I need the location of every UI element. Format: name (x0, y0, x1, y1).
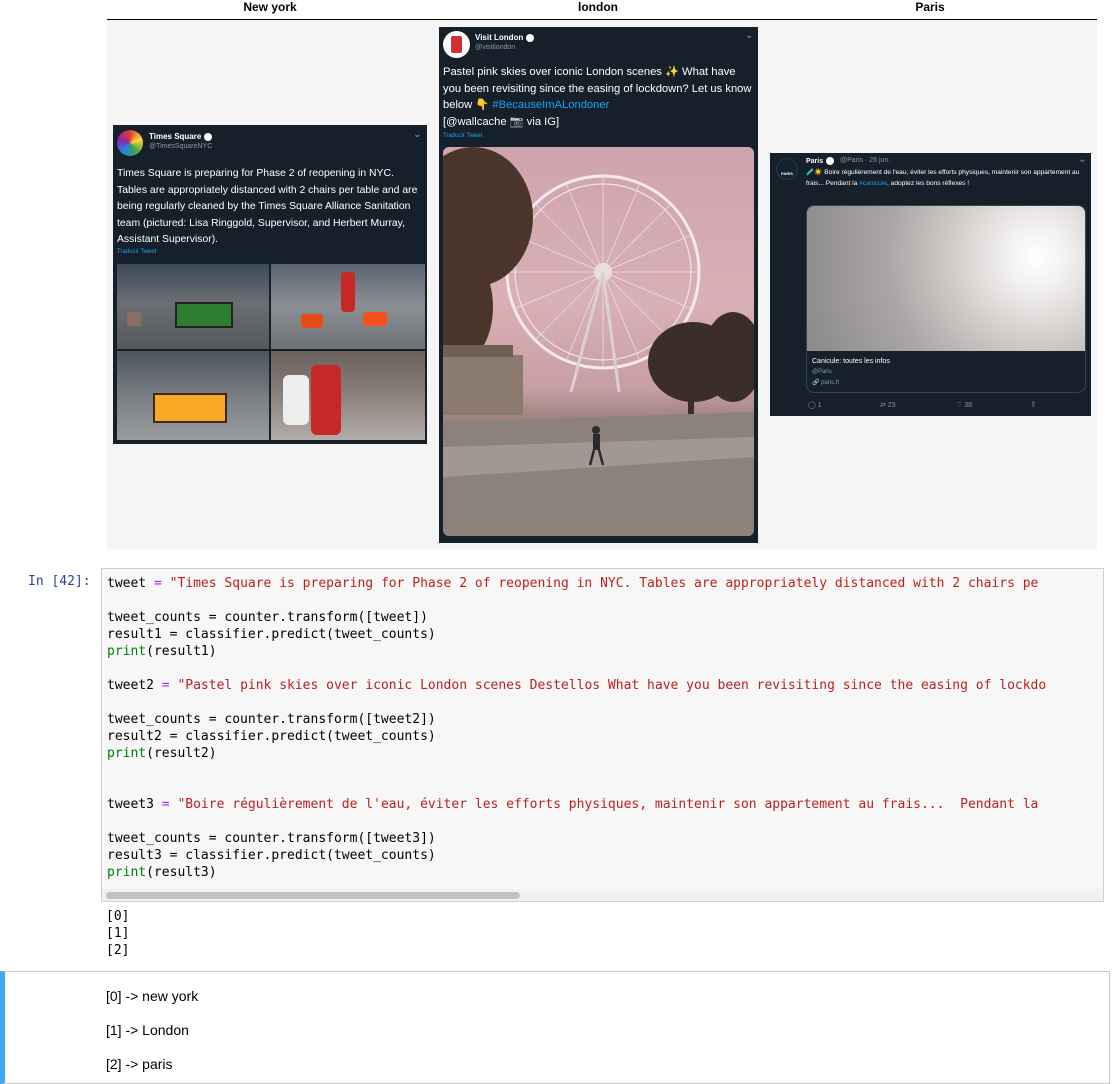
avatar-label: PARIS (781, 171, 793, 176)
tweet-text: Times Square is preparing for Phase 2 of… (117, 168, 418, 245)
tweet-photo-1[interactable] (117, 264, 269, 349)
link-preview-handle: @Paris (812, 369, 832, 375)
tweet-text: Pastel pink skies over iconic London sce… (443, 64, 753, 130)
reply-count: 1 (817, 402, 822, 409)
author-name-text: Paris (806, 157, 824, 165)
chevron-down-icon[interactable]: ⌄ (1078, 154, 1086, 165)
tweet-author-name[interactable]: Paris (806, 157, 835, 165)
code-line: print(result1) (107, 643, 217, 660)
tweet-handle: @Paris · 26 jun. (840, 157, 891, 164)
code-cell-editor[interactable]: tweet = "Times Square is preparing for P… (101, 568, 1104, 902)
code-token: tweet3 (107, 797, 162, 812)
code-line: print(result3) (107, 864, 217, 881)
tweet-photo-3[interactable] (117, 351, 269, 440)
code-line: print(result2) (107, 745, 217, 762)
code-token: tweet (107, 576, 154, 591)
link-preview-domain: 🔗 paris.fr (812, 380, 840, 386)
code-line: result3 = classifier.predict(tweet_count… (107, 848, 436, 863)
like-button[interactable]: ♡ 38 (956, 401, 972, 409)
horizontal-scrollbar[interactable] (102, 889, 1103, 901)
tweet-card-paris: PARIS Paris @Paris · 26 jun. ⌄ 🧪☀️ Boire… (770, 153, 1091, 416)
avatar: PARIS (776, 158, 798, 180)
output-line: [1] (106, 926, 130, 941)
tweet-photo-4[interactable] (271, 351, 425, 440)
cell-prompt: In [42]: (28, 574, 91, 589)
output-line: [0] (106, 909, 130, 924)
code-token: (result2) (146, 746, 217, 761)
verified-icon (526, 33, 535, 42)
markdown-line: [1] -> London (106, 1022, 189, 1038)
tweet-text: 🧪☀️ Boire régulièrement de l'eau, éviter… (806, 168, 1086, 189)
tweet-text-part: [@wallcache 📷 via IG] (443, 115, 560, 128)
code-token: (result1) (146, 644, 217, 659)
code-builtin: print (107, 746, 147, 761)
code-string: "Pastel pink skies over iconic London sc… (169, 678, 1047, 693)
code-line: tweet3 = "Boire régulièrement de l'eau, … (107, 796, 1038, 813)
like-count: 38 (964, 402, 973, 409)
tweet-text-part: , adoptez les bons réflexes ! (887, 179, 970, 187)
reply-button[interactable]: ◯ 1 (808, 401, 822, 409)
column-header-new-york: New york (243, 0, 297, 14)
scrollbar-thumb[interactable] (106, 892, 520, 899)
avatar (117, 130, 143, 156)
verified-icon (826, 157, 835, 165)
output-line: [2] (106, 943, 130, 958)
tweet-author-name[interactable]: Times Square (149, 132, 213, 141)
tweet-author-name[interactable]: Visit London (475, 33, 535, 42)
hashtag-link[interactable]: #BecauseImALondoner (492, 99, 609, 111)
retweet-icon: ⇄ (880, 402, 886, 409)
chevron-down-icon[interactable]: ⌄ (745, 30, 753, 41)
code-operator: = (161, 678, 170, 693)
code-string: "Boire régulièrement de l'eau, éviter le… (169, 797, 1039, 812)
london-eye-illustration (443, 147, 754, 536)
code-operator: = (161, 797, 170, 812)
column-header-paris: Paris (915, 0, 945, 14)
translate-link[interactable]: Traducir Tweet (443, 133, 482, 139)
tweet-card-times-square: Times Square @TimesSquareNYC ⌄ Times Squ… (113, 125, 427, 444)
link-preview-card[interactable]: Canicule: toutes les infos @Paris 🔗 pari… (806, 205, 1086, 393)
author-name-text: Visit London (475, 33, 524, 42)
retweet-count: 23 (887, 402, 896, 409)
code-line: result1 = classifier.predict(tweet_count… (107, 627, 436, 642)
markdown-line: [2] -> paris (106, 1056, 173, 1072)
code-builtin: print (107, 644, 147, 659)
tweet-handle: @TimesSquareNYC (149, 143, 213, 150)
verified-icon (204, 132, 213, 141)
tweet-card-visit-london: Visit London @visitlondon ⌄ Pastel pink … (439, 27, 758, 543)
author-name-text: Times Square (149, 132, 202, 141)
link-preview-image (807, 206, 1085, 351)
code-line: result2 = classifier.predict(tweet_count… (107, 729, 436, 744)
column-header-london: london (578, 0, 618, 14)
code-line: tweet_counts = counter.transform([tweet2… (107, 712, 436, 727)
code-line: tweet_counts = counter.transform([tweet]… (107, 610, 428, 625)
tweet-photo-london-eye[interactable] (443, 147, 754, 536)
code-operator: = (153, 576, 162, 591)
markdown-line: [0] -> new york (106, 988, 199, 1004)
share-icon[interactable]: ⇪ (1030, 400, 1037, 409)
reply-icon: ◯ (808, 402, 816, 409)
code-token: tweet2 (107, 678, 162, 693)
avatar (443, 31, 470, 58)
code-token: (result3) (146, 865, 217, 880)
hashtag-link[interactable]: #canicule (859, 180, 887, 187)
tweet-handle: @visitlondon (475, 44, 516, 51)
code-string: "Times Square is preparing for Phase 2 o… (161, 576, 1039, 591)
tweet-photo-2[interactable] (271, 264, 425, 349)
code-line: tweet_counts = counter.transform([tweet3… (107, 831, 436, 846)
link-preview-title: Canicule: toutes les infos (812, 358, 890, 365)
chevron-down-icon[interactable]: ⌄ (413, 129, 421, 140)
code-line: tweet2 = "Pastel pink skies over iconic … (107, 677, 1046, 694)
heart-icon: ♡ (956, 402, 963, 409)
retweet-button[interactable]: ⇄ 23 (880, 401, 896, 409)
translate-link[interactable]: Traducir Tweet (117, 249, 156, 255)
code-line: tweet = "Times Square is preparing for P… (107, 575, 1038, 592)
code-builtin: print (107, 865, 147, 880)
